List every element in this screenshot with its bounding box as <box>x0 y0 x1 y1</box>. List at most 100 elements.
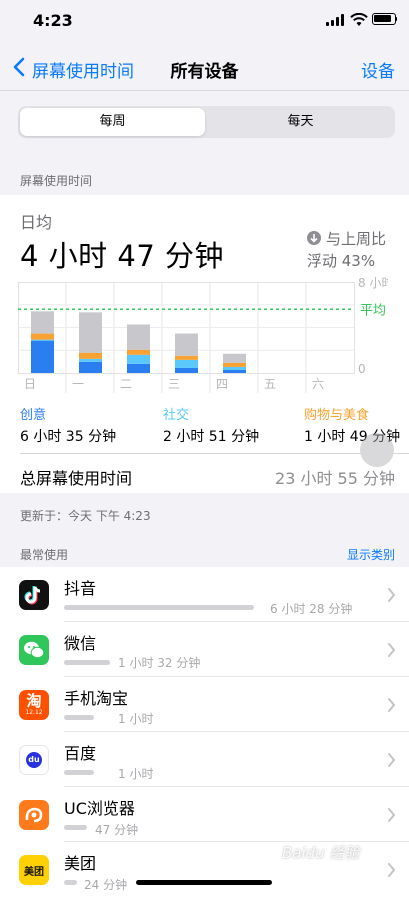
total-label: 总屏幕使用时间 <box>20 469 133 488</box>
chart-bar-segment <box>79 352 102 359</box>
card-divider <box>20 453 409 454</box>
total-value: 23 小时 55 分钟 <box>275 469 395 488</box>
category-time: 2 小时 51 分钟 <box>163 429 260 445</box>
total-screen-time-row[interactable]: 总屏幕使用时间 23 小时 55 分钟 <box>20 465 395 489</box>
y-tick-label: 0 <box>358 362 366 376</box>
status-bar: 4:23 <box>0 0 409 44</box>
app-row[interactable]: du 百度 1 小时 <box>0 732 409 787</box>
usage-bar <box>64 605 254 610</box>
chevron-right-icon <box>388 808 396 822</box>
x-tick-label: 四 <box>216 377 228 391</box>
chart-bar-segment <box>127 354 150 364</box>
taobao-glyph: 淘 <box>26 692 42 710</box>
period-segmented-control: 每周 每天 <box>18 106 395 138</box>
usage-bar <box>64 825 87 830</box>
x-tick-label: 六 <box>312 377 324 391</box>
chart-bar-segment <box>79 361 102 373</box>
category-label: 社交 <box>163 408 190 423</box>
usage-bar <box>64 715 94 720</box>
chart-bar-segment <box>223 353 246 363</box>
category-label: 创意 <box>20 408 47 423</box>
section-header-screen-time: 屏幕使用时间 <box>20 174 93 188</box>
chart-bar-segment <box>127 363 150 373</box>
meituan-icon: 美团 <box>19 855 49 885</box>
app-name: 微信 <box>64 634 97 653</box>
x-tick-label: 日 <box>24 377 36 391</box>
daily-average-label: 日均 <box>20 213 53 232</box>
chart-bar-segment <box>223 362 246 367</box>
app-row[interactable]: 抖音 6 小时 28 分钟 <box>0 567 409 622</box>
chart-bar-segment <box>223 369 246 373</box>
wechat-icon <box>19 635 49 665</box>
chevron-right-icon <box>388 753 396 767</box>
app-name: 百度 <box>64 744 97 763</box>
app-row[interactable]: 微信 1 小时 32 分钟 <box>0 622 409 677</box>
scroll-knob[interactable] <box>360 433 394 467</box>
home-indicator <box>136 880 272 885</box>
chart-bar-segment <box>175 355 198 360</box>
y-tick-label: 8 小时 <box>358 276 388 290</box>
app-duration: 24 分钟 <box>84 878 128 892</box>
usage-bar <box>64 770 94 775</box>
battery-icon <box>372 13 397 25</box>
chart-bar-segment <box>31 311 54 334</box>
app-duration: 47 分钟 <box>95 823 139 837</box>
taobao-badge: 12.12 <box>25 709 43 716</box>
chevron-right-icon <box>388 588 396 602</box>
chart-bar-segment <box>223 366 246 370</box>
uc-browser-icon <box>19 800 49 830</box>
chart-bar-segment <box>31 339 54 341</box>
chart-bar-segment <box>31 340 54 373</box>
segment-daily[interactable]: 每天 <box>208 108 393 136</box>
updated-timestamp: 更新于：今天 下午 4:23 <box>20 509 151 523</box>
app-name: 手机淘宝 <box>64 689 129 708</box>
chevron-right-icon <box>388 643 396 657</box>
usage-bar <box>64 880 77 885</box>
meituan-glyph: 美团 <box>24 866 44 878</box>
chart-bar-segment <box>127 324 150 350</box>
chart-bar-segment <box>175 359 198 368</box>
chevron-right-icon <box>388 698 396 712</box>
show-categories-button[interactable]: 显示类别 <box>347 546 395 563</box>
compare-value: 浮动 43% <box>307 252 376 270</box>
chart-bar-segment <box>127 349 150 355</box>
page-title: 所有设备 <box>170 62 239 82</box>
app-duration: 1 小时 <box>118 712 154 726</box>
app-row[interactable]: 淘 12.12 手机淘宝 1 小时 <box>0 677 409 732</box>
nav-divider <box>0 90 409 91</box>
chart-bar-segment <box>175 333 198 356</box>
app-name: UC浏览器 <box>64 799 135 818</box>
category-creative: 创意 6 小时 35 分钟 <box>20 404 116 446</box>
x-tick-label: 二 <box>120 377 132 391</box>
x-tick-label: 五 <box>264 377 276 391</box>
category-label: 购物与美食 <box>304 408 370 423</box>
chart-bar-segment <box>31 333 54 340</box>
devices-button[interactable]: 设备 <box>361 57 395 82</box>
app-duration: 1 小时 <box>118 767 154 781</box>
status-time: 4:23 <box>33 11 73 30</box>
douyin-icon <box>19 580 49 610</box>
chart-bar-segment <box>175 367 198 373</box>
chevron-right-icon <box>388 863 396 877</box>
signal-icon <box>326 14 346 26</box>
app-row[interactable]: UC浏览器 47 分钟 <box>0 787 409 842</box>
usage-bar-chart: 日 一 二 三 四 五 六 平均 8 小时 0 <box>18 276 388 393</box>
taobao-icon: 淘 12.12 <box>19 690 49 720</box>
average-label: 平均 <box>360 303 386 318</box>
baidu-watermark: Baidu 经验 <box>282 844 360 862</box>
section-header-most-used: 最常使用 <box>20 548 69 562</box>
app-name: 抖音 <box>64 579 97 598</box>
app-name: 美团 <box>64 854 97 873</box>
x-tick-label: 一 <box>72 377 84 391</box>
segment-weekly[interactable]: 每周 <box>20 108 205 136</box>
x-tick-label: 三 <box>168 377 180 391</box>
usage-bar <box>64 660 110 665</box>
app-duration: 1 小时 32 分钟 <box>118 656 201 670</box>
chart-bar-segment <box>79 312 102 353</box>
down-arrow-circle-icon <box>307 231 321 245</box>
category-time: 6 小时 35 分钟 <box>20 429 117 445</box>
daily-average-value: 4 小时 47 分钟 <box>20 239 225 273</box>
category-social: 社交 2 小时 51 分钟 <box>163 404 259 446</box>
baidu-icon: du <box>19 745 49 775</box>
baidu-glyph: du <box>26 752 42 768</box>
